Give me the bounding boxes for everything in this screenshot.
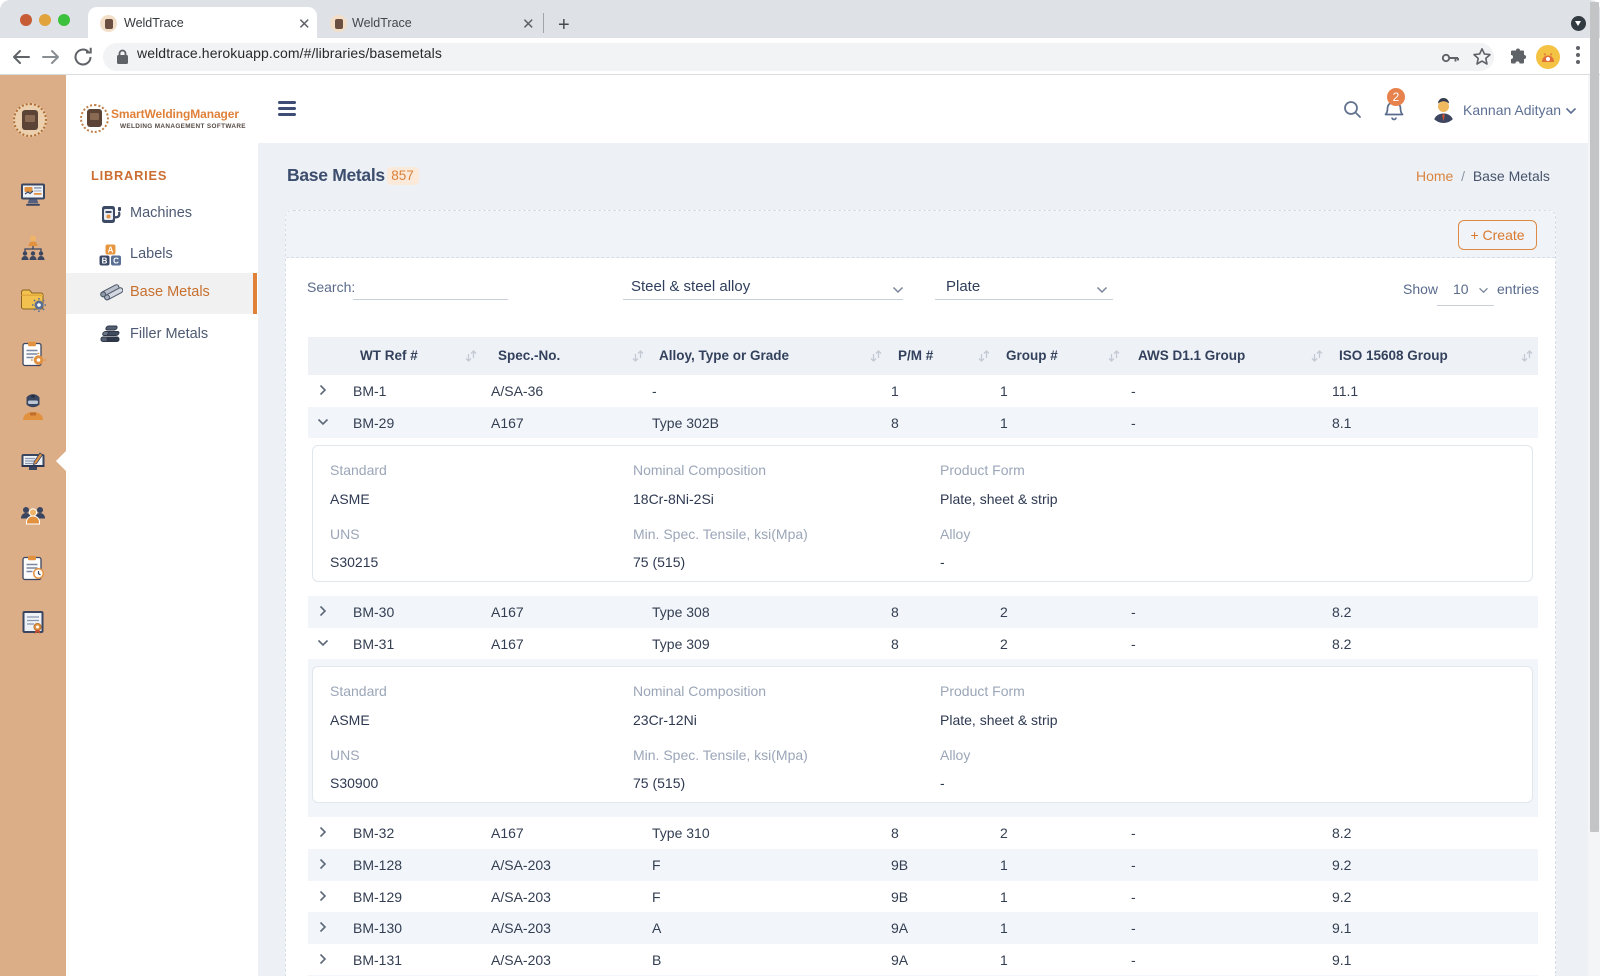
svg-text:C: C [113,256,119,265]
svg-text:B: B [102,256,108,265]
svg-text:A: A [108,245,114,254]
